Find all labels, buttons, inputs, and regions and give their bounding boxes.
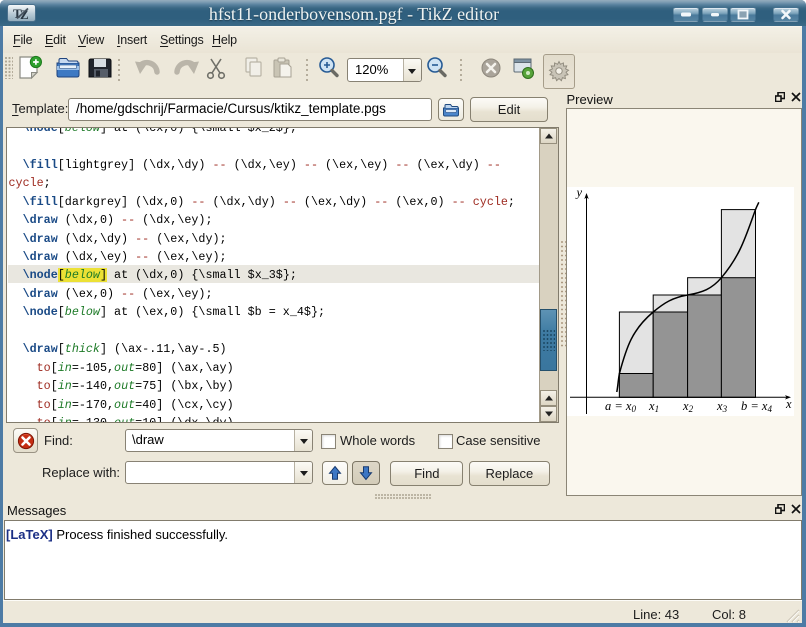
svg-text:x: x — [785, 397, 792, 411]
svg-text:b = x4: b = x4 — [741, 399, 772, 414]
svg-text:y: y — [575, 186, 583, 200]
svg-text:a = x0: a = x0 — [605, 399, 636, 414]
svg-text:x3: x3 — [716, 399, 728, 414]
svg-text:x2: x2 — [682, 399, 694, 414]
svg-text:x1: x1 — [648, 399, 659, 414]
